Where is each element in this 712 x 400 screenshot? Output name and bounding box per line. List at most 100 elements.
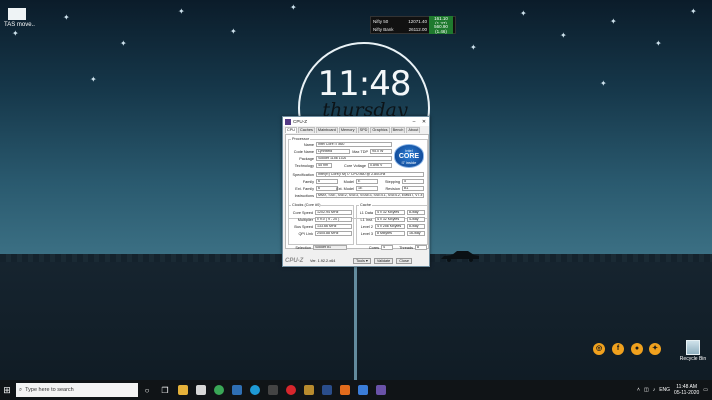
opera-icon[interactable] [282,380,300,400]
volume-icon[interactable]: ♪ [653,387,656,393]
file-explorer-icon[interactable] [174,380,192,400]
cpuz-cpu-panel: Processor Name Intel Core i7 860 Code Na… [285,134,429,249]
star-icon: ✦ [63,13,70,22]
cpuz-titlebar[interactable]: CPU-Z – ✕ [283,117,429,126]
cpuz-tabs: CPU Caches Mainboard Memory SPD Graphics… [283,126,429,133]
taskbar-date: 05-11-2020 [674,390,700,396]
cpuz-app-icon [285,118,291,125]
l2-label: Level 2 [360,225,373,229]
spec-value: Intel(R) Core(TM) i7 CPU 860 @ 2.80GHz [316,172,424,177]
logo-core: CORE [398,153,420,160]
close-button[interactable]: Close [396,257,413,264]
windows-start-icon[interactable]: ⊞ [0,380,14,400]
qpi-label: QPI Link [298,232,313,236]
maxtdp-value: 95.0 W [370,149,392,154]
system-tray: ˄ ◫ ♪ ENG 11:48 AM 05-11-2020 ▭ [637,380,712,400]
twitter-icon[interactable]: ✦ [649,343,661,355]
tab-about[interactable]: About [406,127,421,133]
voltage-label: Core Voltage [344,164,366,168]
l1i-label: L1 Inst. [360,218,373,222]
file-icon [8,8,26,20]
logo-model: i7 [401,160,405,165]
instagram-icon[interactable]: ◎ [593,343,605,355]
store-icon[interactable] [192,380,210,400]
app-icon[interactable] [264,380,282,400]
task-view-icon[interactable]: ❐ [156,380,174,400]
instructions-label: Instructions [294,194,314,198]
extmodel-label: Ext. Model [336,187,354,191]
star-icon: ✦ [600,79,607,88]
taskbar-clock[interactable]: 11:48 AM 05-11-2020 [674,384,699,396]
tab-graphics[interactable]: Graphics [370,127,390,133]
name-value: Intel Core i7 860 [316,142,392,147]
taskbar: ⊞ ⌕ Type here to search ○ ❐ ˄ ◫ ♪ ENG 11… [0,380,712,400]
chevron-up-icon[interactable]: ˄ [637,387,640,393]
busspeed-value: 133.66 MHz [315,224,352,229]
car-silhouette [441,251,479,262]
selection-row: Selection Socket #1 Cores 4 Threads 8 [285,245,429,253]
search-placeholder: Type here to search [25,387,74,393]
cpuz-taskbar-icon[interactable] [372,380,390,400]
language-indicator[interactable]: ENG [659,387,670,393]
spec-label: Specification [292,173,314,177]
close-icon[interactable]: ✕ [419,119,429,125]
model-label: Model [343,180,354,184]
tools-button[interactable]: Tools ▾ [353,257,371,264]
logo-inside: inside [405,160,417,165]
revision-value: B1 [402,186,424,191]
cache-group-title: Cache [359,203,372,207]
l3-value: 8 MBytes [375,231,405,236]
stepping-value: 5 [402,179,424,184]
star-icon: ✦ [90,75,97,84]
cpuz-version: Ver. 1.92.2.x64 [310,258,336,263]
ticker-name: Nifty Bank [373,26,394,32]
package-label: Package [299,157,314,161]
recycle-bin[interactable]: Recycle Bin [676,340,710,362]
processor-group-title: Processor [291,137,311,141]
ticker-change: 560.90 (1.46) [429,24,453,34]
clocks-group-title: Clocks (Core #0) [291,203,322,207]
stepping-label: Stepping [385,180,400,184]
ticker-name: Nifty 50 [373,18,389,24]
network-icon[interactable]: ◫ [644,387,649,393]
ticker-value: 26112.00 [408,26,427,32]
revision-label: Revision [385,187,400,191]
intel-core-i7-logo: intel CORE i7 inside [394,144,424,168]
tab-cpu[interactable]: CPU [285,127,298,133]
reddit-icon[interactable]: ● [631,343,643,355]
voltage-value: 0.896 V [368,163,392,168]
l1d-way: 8-way [407,210,425,215]
l2-way: 8-way [407,224,425,229]
tab-caches[interactable]: Caches [298,127,315,133]
desktop-shortcut[interactable]: TAS move.. [4,8,44,29]
media-player-icon[interactable] [336,380,354,400]
minimize-icon[interactable]: – [409,119,419,125]
threads-label: Threads [399,246,413,250]
desktop-clock-time: 11:48 [317,64,412,104]
app-icon[interactable] [354,380,372,400]
app-icon[interactable] [228,380,246,400]
corespeed-label: Core Speed [292,211,313,215]
ticker-value: 12071.40 [408,18,427,24]
tab-bench[interactable]: Bench [390,127,406,133]
tab-mainboard[interactable]: Mainboard [315,127,338,133]
family-label: Family [302,180,314,184]
technology-value: 45 nm [316,163,332,168]
validate-button[interactable]: Validate [373,257,394,264]
chrome-icon[interactable] [210,380,228,400]
taskbar-search[interactable]: ⌕ Type here to search [16,383,138,397]
package-value: Socket 1156 LGA [316,156,392,161]
star-icon: ✦ [610,17,617,26]
selection-label: Selection [295,246,311,250]
tab-spd[interactable]: SPD [357,127,370,133]
photoshop-icon[interactable] [318,380,336,400]
cortana-icon[interactable]: ○ [138,380,156,400]
selection-dropdown[interactable]: Socket #1 [313,245,347,250]
facebook-icon[interactable]: f [612,343,624,355]
star-icon: ✦ [12,29,19,38]
recycle-bin-icon [686,340,700,355]
edge-icon[interactable] [246,380,264,400]
tab-memory[interactable]: Memory [338,127,357,133]
notifications-icon[interactable]: ▭ [703,387,708,393]
app-icon[interactable] [300,380,318,400]
